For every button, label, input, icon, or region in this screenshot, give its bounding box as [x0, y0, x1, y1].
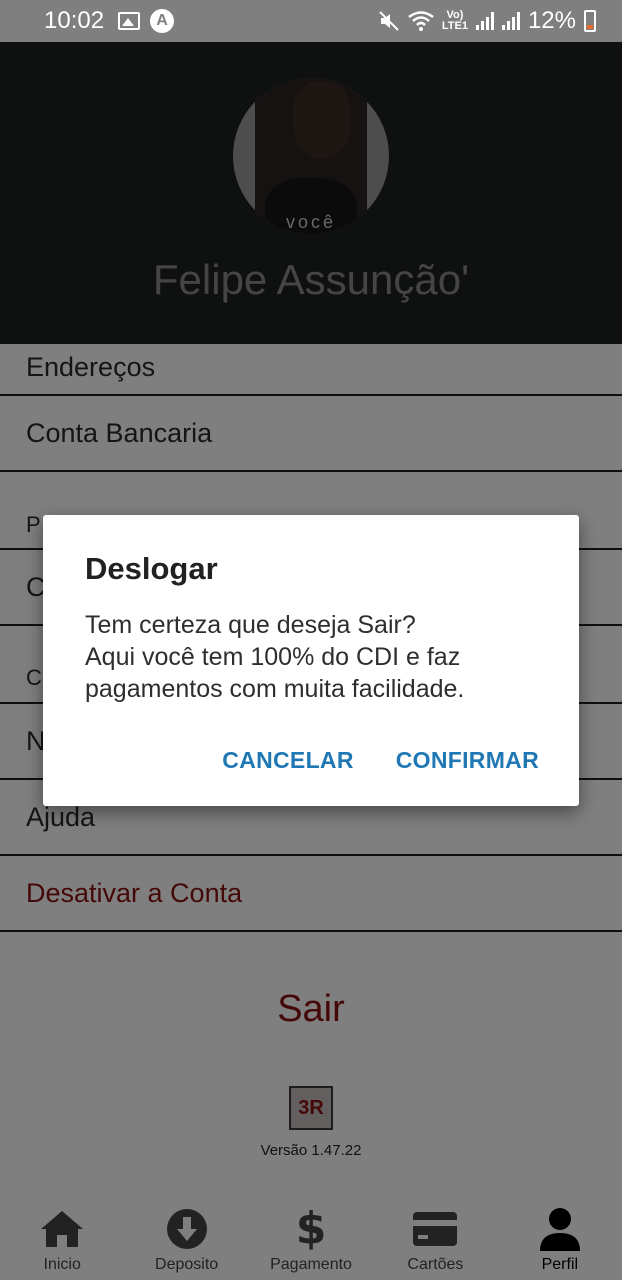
battery-percent: 12%: [527, 7, 576, 34]
cancel-button[interactable]: CANCELAR: [222, 747, 353, 774]
dialog-body: Tem certeza que deseja Sair? Aqui você t…: [85, 609, 537, 705]
dialog-body-line: pagamentos com muita facilidade.: [85, 675, 465, 703]
dialog-actions: CANCELAR CONFIRMAR: [222, 747, 539, 774]
mute-icon: [379, 11, 399, 31]
dialog-body-line: Aqui você tem 100% do CDI e faz: [85, 643, 461, 671]
status-time: 10:02: [44, 7, 105, 34]
battery-icon: [584, 10, 596, 32]
lte-indicator: Vo) LTE1: [442, 10, 468, 32]
logout-dialog: Deslogar Tem certeza que deseja Sair? Aq…: [43, 515, 579, 806]
signal-1-icon: [475, 12, 494, 30]
confirm-button[interactable]: CONFIRMAR: [396, 747, 539, 774]
app-notification-icon: A: [150, 9, 175, 33]
network-label: LTE1: [441, 20, 468, 32]
gallery-notification-icon: [118, 12, 141, 30]
status-bar: 10:02 A Vo) LTE1 12%: [0, 0, 622, 42]
signal-2-icon: [501, 12, 520, 30]
dialog-body-line: Tem certeza que deseja Sair?: [85, 611, 416, 639]
dialog-title: Deslogar: [85, 551, 218, 586]
wifi-icon: [408, 11, 434, 31]
